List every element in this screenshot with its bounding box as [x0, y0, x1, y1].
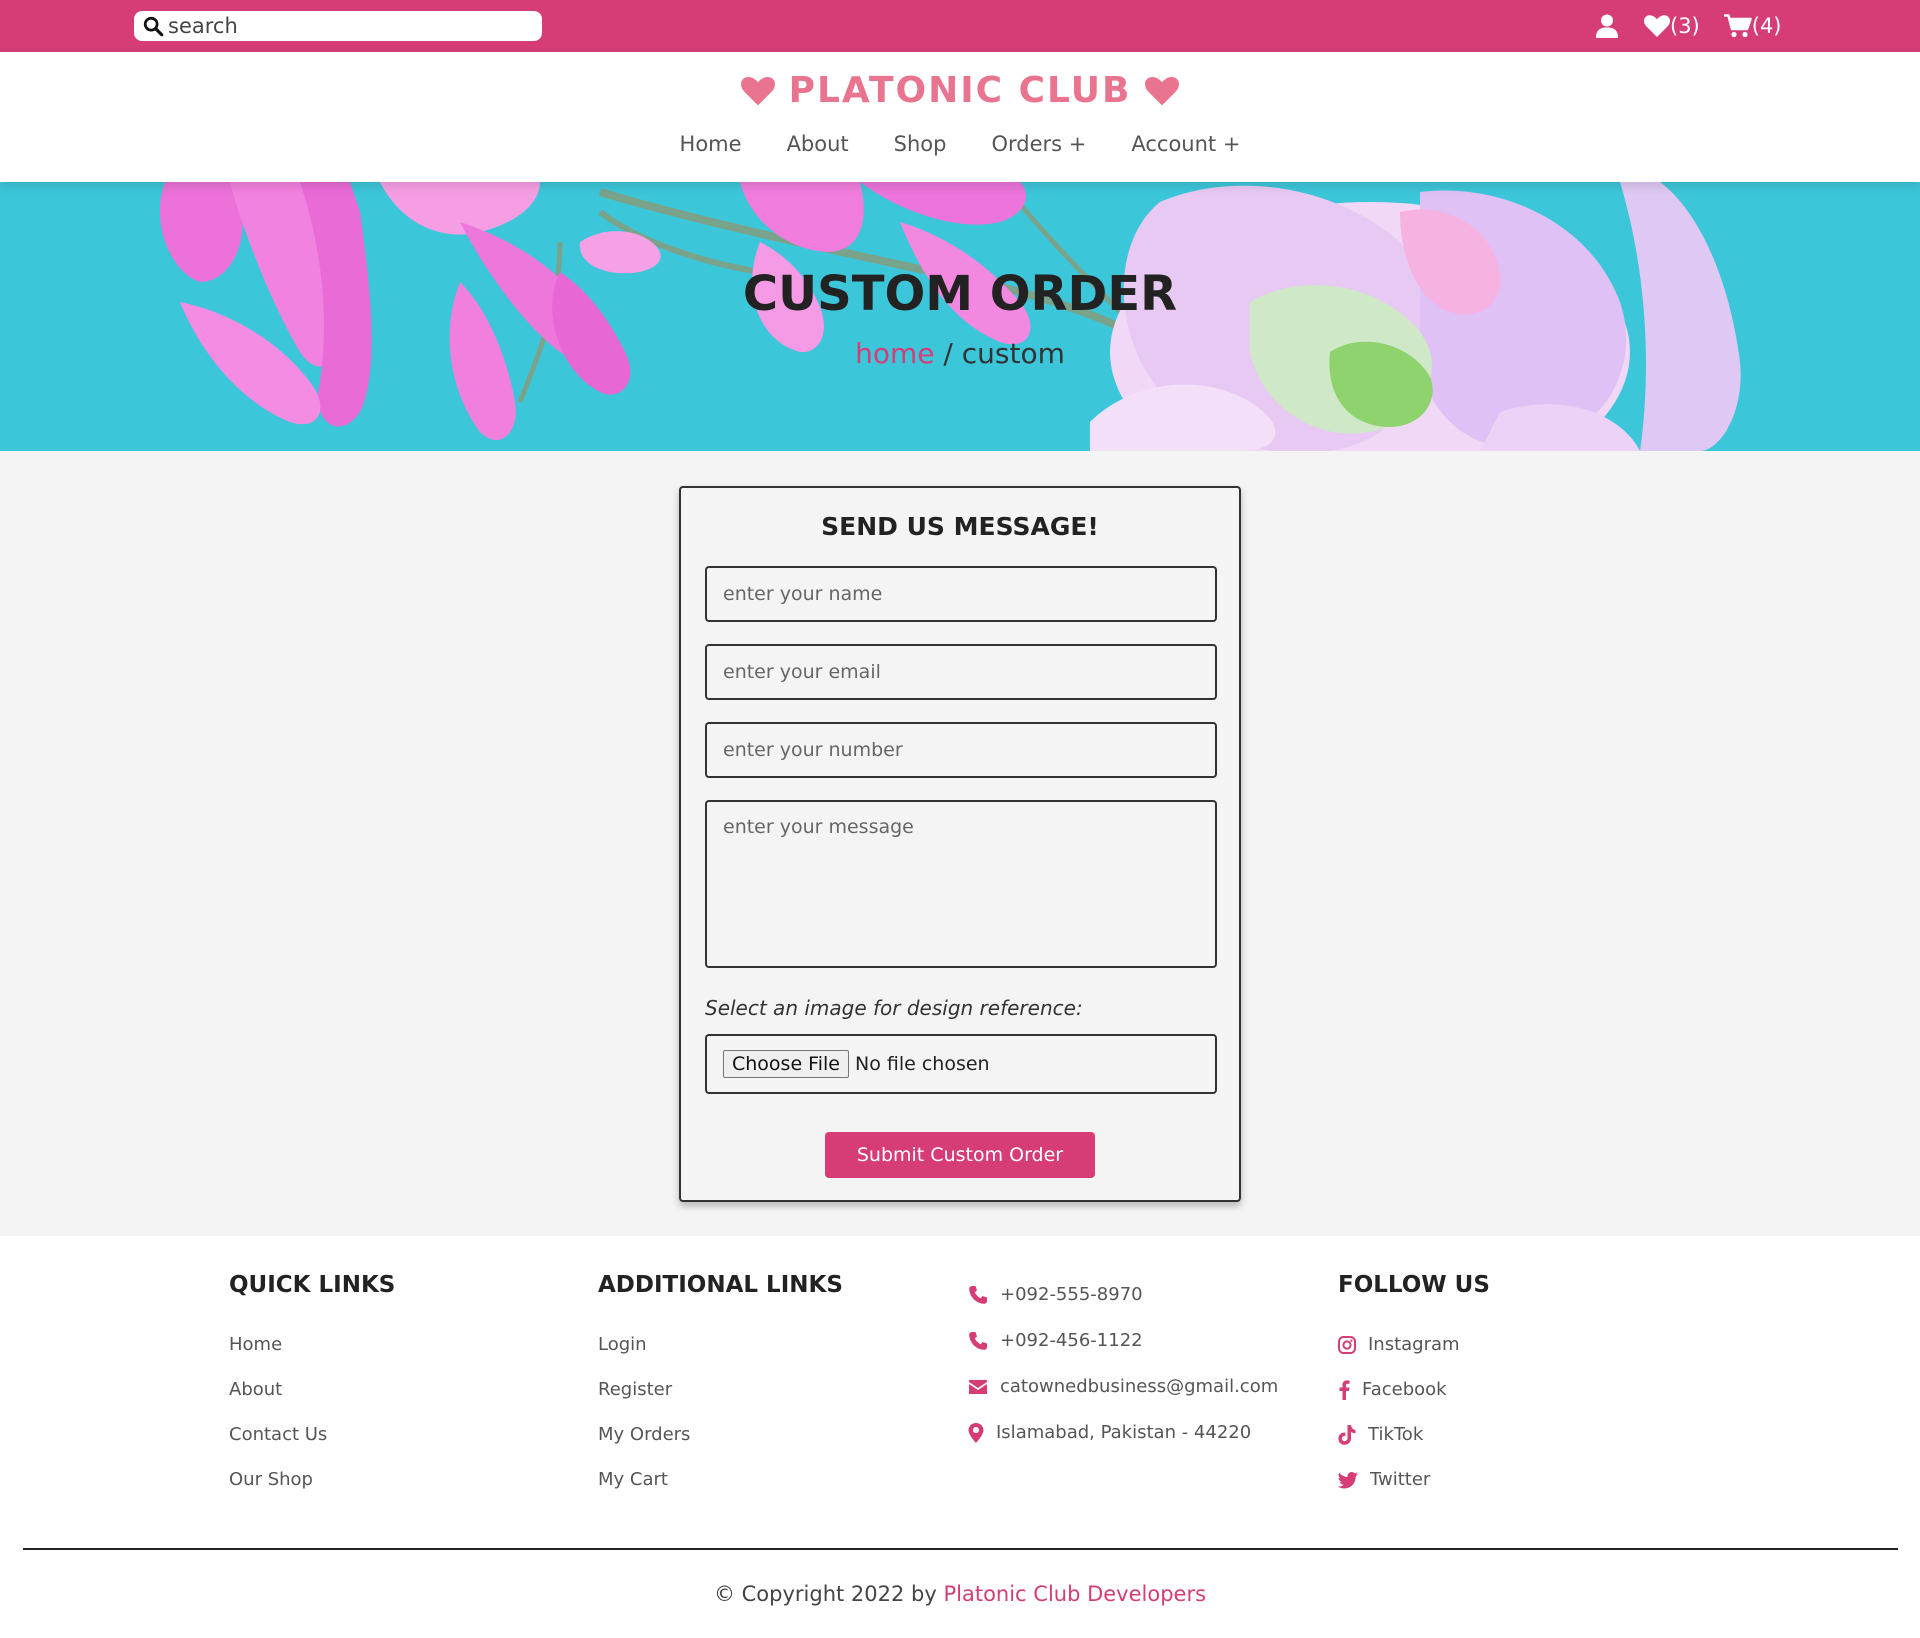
- choose-file-button[interactable]: Choose File: [723, 1050, 849, 1078]
- header-icons: (3) (4): [1596, 10, 1782, 42]
- heart-icon: [1644, 15, 1670, 37]
- brand-logo[interactable]: PLATONIC CLUB: [0, 70, 1920, 111]
- address-text: Islamabad, Pakistan - 44220: [996, 1422, 1252, 1443]
- envelope-icon: [969, 1380, 987, 1394]
- site-header: PLATONIC CLUB Home About Shop Orders + A…: [0, 52, 1920, 182]
- email-text: catownedbusiness@gmail.com: [1000, 1376, 1279, 1397]
- user-icon[interactable]: [1596, 14, 1618, 38]
- cart-icon: [1723, 14, 1752, 38]
- cart-link[interactable]: (4): [1723, 14, 1782, 38]
- footer-facebook-link[interactable]: Facebook: [1338, 1367, 1490, 1412]
- site-footer: QUICK LINKS Home About Contact Us Our Sh…: [0, 1236, 1920, 1638]
- footer-quick-links: QUICK LINKS Home About Contact Us Our Sh…: [229, 1272, 395, 1502]
- phone-icon: [969, 1286, 987, 1304]
- footer-address[interactable]: Islamabad, Pakistan - 44220: [968, 1410, 1278, 1456]
- footer-additional-links: ADDITIONAL LINKS Login Register My Order…: [598, 1272, 843, 1502]
- facebook-label: Facebook: [1362, 1379, 1447, 1400]
- instagram-label: Instagram: [1368, 1334, 1460, 1355]
- search-input[interactable]: [168, 14, 528, 38]
- instagram-icon: [1338, 1336, 1356, 1354]
- email-field[interactable]: [705, 644, 1217, 700]
- breadcrumb: home / custom: [0, 337, 1920, 370]
- file-upload-label: Select an image for design reference:: [705, 996, 1083, 1020]
- search-box[interactable]: [134, 11, 542, 41]
- breadcrumb-current: custom: [961, 337, 1065, 370]
- wishlist-count: (3): [1670, 14, 1700, 38]
- footer-follow-us: FOLLOW US Instagram Facebook TikTok Twit…: [1338, 1272, 1490, 1502]
- twitter-icon: [1338, 1471, 1358, 1488]
- tiktok-label: TikTok: [1368, 1424, 1424, 1445]
- custom-order-section: SEND US MESSAGE! Select an image for des…: [0, 451, 1920, 1236]
- footer-follow-title: FOLLOW US: [1338, 1272, 1490, 1298]
- phone-2-text: +092-456-1122: [1000, 1330, 1143, 1351]
- message-field[interactable]: [705, 800, 1217, 968]
- phone-icon: [969, 1332, 987, 1350]
- footer-link-login[interactable]: Login: [598, 1322, 843, 1367]
- cart-count: (4): [1751, 14, 1782, 38]
- facebook-icon: [1339, 1380, 1350, 1400]
- footer-tiktok-link[interactable]: TikTok: [1338, 1412, 1490, 1457]
- footer-link-register[interactable]: Register: [598, 1367, 843, 1412]
- footer-link-about[interactable]: About: [229, 1367, 395, 1412]
- footer-quick-links-title: QUICK LINKS: [229, 1272, 396, 1298]
- copyright-text: © Copyright 2022 by: [713, 1582, 944, 1606]
- wishlist-link[interactable]: (3): [1644, 14, 1700, 38]
- nav-orders-dropdown[interactable]: Orders +: [991, 132, 1086, 156]
- twitter-label: Twitter: [1370, 1469, 1431, 1490]
- footer-contact-info: +092-555-8970 +092-456-1122 catownedbusi…: [968, 1272, 1278, 1456]
- footer-link-my-cart[interactable]: My Cart: [598, 1457, 843, 1502]
- main-nav: Home About Shop Orders + Account +: [0, 132, 1920, 156]
- footer-email[interactable]: catownedbusiness@gmail.com: [968, 1364, 1278, 1410]
- footer-link-my-orders[interactable]: My Orders: [598, 1412, 843, 1457]
- top-bar: (3) (4): [0, 0, 1920, 52]
- custom-order-form: SEND US MESSAGE! Select an image for des…: [679, 486, 1241, 1202]
- nav-account-dropdown[interactable]: Account +: [1131, 132, 1240, 156]
- number-field[interactable]: [705, 722, 1217, 778]
- search-icon[interactable]: [142, 15, 164, 37]
- footer-phone-2[interactable]: +092-456-1122: [968, 1318, 1278, 1364]
- footer-additional-links-title: ADDITIONAL LINKS: [598, 1272, 843, 1298]
- copyright: © Copyright 2022 by Platonic Club Develo…: [0, 1582, 1920, 1606]
- heart-icon: [740, 76, 775, 105]
- breadcrumb-home-link[interactable]: home: [855, 337, 934, 370]
- footer-twitter-link[interactable]: Twitter: [1338, 1457, 1490, 1502]
- heart-icon: [1145, 76, 1180, 105]
- tiktok-icon: [1338, 1425, 1356, 1445]
- footer-phone-1[interactable]: +092-555-8970: [968, 1272, 1278, 1318]
- hero-banner: CUSTOM ORDER home / custom: [0, 182, 1920, 451]
- footer-link-home[interactable]: Home: [229, 1322, 395, 1367]
- copyright-developers-link[interactable]: Platonic Club Developers: [943, 1582, 1206, 1606]
- nav-about[interactable]: About: [787, 132, 849, 156]
- nav-home[interactable]: Home: [680, 132, 742, 156]
- name-field[interactable]: [705, 566, 1217, 622]
- breadcrumb-separator: /: [934, 337, 962, 370]
- page-title: CUSTOM ORDER: [742, 266, 1178, 322]
- nav-shop[interactable]: Shop: [894, 132, 947, 156]
- footer-link-contact[interactable]: Contact Us: [229, 1412, 395, 1457]
- submit-custom-order-button[interactable]: Submit Custom Order: [825, 1132, 1095, 1178]
- footer-link-shop[interactable]: Our Shop: [229, 1457, 395, 1502]
- map-pin-icon: [968, 1423, 984, 1443]
- brand-name: PLATONIC CLUB: [788, 70, 1132, 111]
- form-title: SEND US MESSAGE!: [821, 512, 1099, 541]
- file-status-text: No file chosen: [854, 1053, 990, 1075]
- footer-divider: [23, 1548, 1898, 1550]
- file-upload-input[interactable]: Choose File No file chosen: [705, 1034, 1217, 1094]
- footer-instagram-link[interactable]: Instagram: [1338, 1322, 1490, 1367]
- phone-1-text: +092-555-8970: [1000, 1284, 1143, 1305]
